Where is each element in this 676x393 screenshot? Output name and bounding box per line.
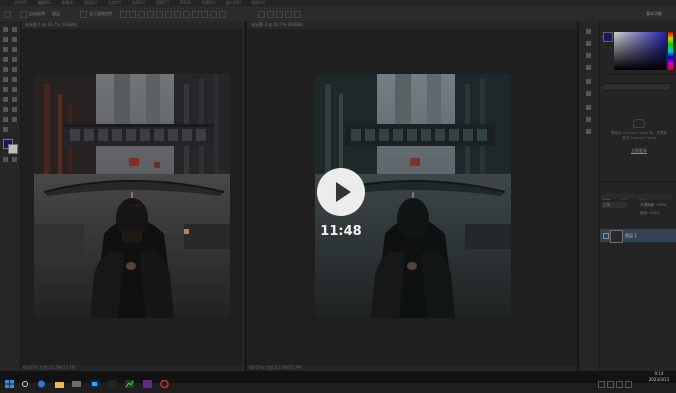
layer-name: 图层 1 [625,233,637,238]
right-panels: 颜色 色板 库 调整 要使用 Creative Cloud 库，您需要登录 Cr… [600,21,676,378]
3d-mode-icons[interactable] [258,6,303,21]
fill-field[interactable]: 填充: 100% [640,210,659,216]
character-panel-icon[interactable] [585,79,592,85]
app-icon-red[interactable] [160,373,169,389]
layer-dropdown-label: 图层 [52,11,60,16]
play-button[interactable] [317,168,365,216]
file-explorer-icon[interactable] [55,373,64,388]
screen-mode-icon[interactable] [11,157,18,163]
workspace-label: 基本功能 [646,11,662,16]
mail-icon[interactable] [72,373,81,387]
photo-left [34,74,230,318]
windows-start-icon[interactable] [5,373,14,388]
taskbar: 0:14 2023/3/13 [0,371,676,389]
paragraph-panel-icon[interactable] [585,91,592,97]
healing-brush-tool-icon[interactable] [11,57,18,63]
move-tool-icon[interactable] [4,6,13,21]
toolbox [0,21,21,371]
hue-slider[interactable] [668,32,673,70]
info-panel-icon[interactable] [585,105,592,111]
search-icon[interactable] [21,373,30,387]
system-tray-icons[interactable] [598,374,638,388]
app-icon-purple[interactable] [143,373,152,388]
pen-tool-icon[interactable] [11,97,18,103]
history-brush-tool-icon[interactable] [2,77,9,83]
styles-panel-icon[interactable] [585,117,592,123]
creative-cloud-icon [633,119,645,128]
history-panel-icon[interactable] [585,29,592,35]
background-color-swatch[interactable] [8,144,18,154]
options-bar: 自动选择 图层 显示变换控件 基本功能 [0,6,676,22]
document-tab-right[interactable]: 未标题-2 @ 66.7% (RGB/8) [247,21,577,29]
panel-icon-strip [579,21,600,371]
brush-tool-icon[interactable] [2,67,9,73]
document-window-left: 未标题-1 @ 66.7% (RGB/8) 66.67% 文档:33.7M/33… [21,21,244,371]
eraser-tool-icon[interactable] [11,77,18,83]
quick-mask-icon[interactable] [2,157,9,163]
layer-dropdown[interactable]: 图层 [52,6,60,21]
edge-browser-icon[interactable] [37,373,46,388]
clone-stamp-tool-icon[interactable] [11,67,18,73]
path-select-tool-icon[interactable] [11,107,18,113]
video-duration: 11:48 [320,224,362,239]
blur-tool-icon[interactable] [11,87,18,93]
library-login-message: 要使用 Creative Cloud 库，您需要登录 Creative Clou… [610,131,667,140]
color-fg-swatch[interactable] [603,32,613,42]
eyedropper-tool-icon[interactable] [2,57,9,63]
layer-footer-buttons[interactable] [620,364,674,378]
zoom-tool-icon[interactable] [2,127,9,133]
auto-select-checkbox[interactable]: 自动选择 [20,6,45,21]
align-icons[interactable] [120,6,228,21]
document-window-right: 未标题-2 @ 66.7% (RGB/8) 66.67% 文档:33.7M/33… [247,21,577,371]
app-icon-chart[interactable] [125,373,134,388]
dodge-tool-icon[interactable] [2,97,9,103]
app-icon-black[interactable] [108,373,117,388]
shape-tool-icon[interactable] [2,117,9,123]
layers-panel: 图层 通道 路径 正常 不透明度: 100% 填充: 100% 图层 1 [600,181,676,378]
marquee-tool-icon[interactable] [2,37,9,43]
login-link[interactable]: 立即登录 [610,148,668,154]
taskbar-clock: 0:14 2023/3/13 [645,371,673,383]
actions-panel-icon[interactable] [585,65,592,71]
clock-date: 2023/3/13 [648,377,670,382]
artboard-tool-icon[interactable] [11,27,18,33]
transform-controls-label: 显示变换控件 [89,11,113,16]
document-tab-left[interactable]: 未标题-1 @ 66.7% (RGB/8) [21,21,243,29]
brush-panel-icon[interactable] [585,53,592,59]
visibility-eye-icon[interactable] [603,233,609,239]
workspace-switcher[interactable]: 基本功能 [646,6,662,21]
photoshop-icon[interactable] [90,373,99,388]
auto-select-label: 自动选择 [29,11,45,16]
library-dropdown[interactable] [603,83,671,91]
transform-controls-checkbox[interactable]: 显示变换控件 [80,6,113,21]
color-picker-field[interactable] [614,32,666,70]
move-tool-icon[interactable] [2,27,9,33]
layer-filter-row[interactable] [602,194,672,199]
blend-mode-dropdown[interactable]: 正常 [602,202,627,208]
lasso-tool-icon[interactable] [11,37,18,43]
hand-tool-icon[interactable] [11,117,18,123]
layer-row[interactable]: 图层 1 [600,229,676,243]
quick-select-tool-icon[interactable] [2,47,9,53]
layer-thumbnail [610,230,623,243]
gradient-tool-icon[interactable] [2,87,9,93]
properties-panel-icon[interactable] [585,41,592,47]
opacity-field[interactable]: 不透明度: 100% [640,202,666,208]
crop-tool-icon[interactable] [11,47,18,53]
type-tool-icon[interactable] [2,107,9,113]
navigator-panel-icon[interactable] [585,129,592,135]
